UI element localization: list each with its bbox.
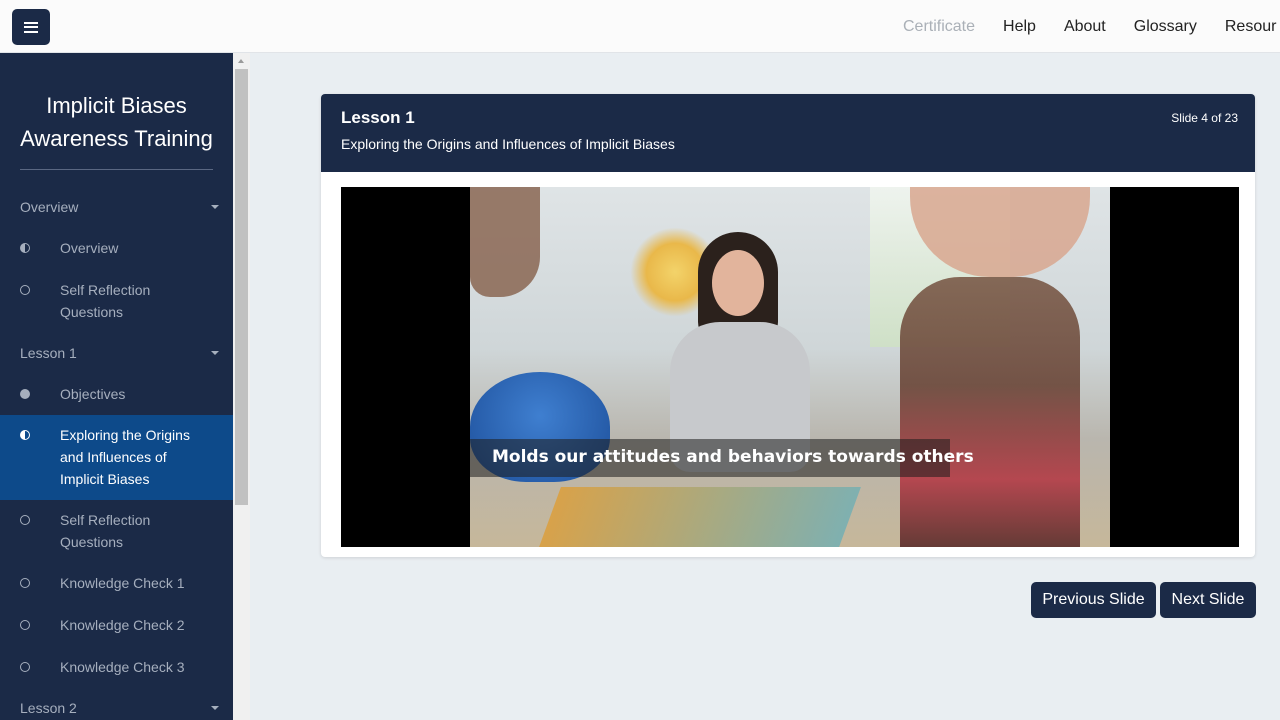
sidebar-item-label: Knowledge Check 3: [60, 659, 185, 675]
video-scene-child: [900, 277, 1080, 547]
section-overview[interactable]: Overview: [0, 192, 233, 222]
lesson-title: Lesson 1: [341, 108, 415, 127]
sidebar-item-knowledge-check-1[interactable]: Knowledge Check 1: [0, 572, 233, 594]
scroll-up-arrow-icon[interactable]: [238, 59, 244, 63]
course-sidebar: Implicit Biases Awareness Training Overv…: [0, 53, 233, 720]
caret-down-icon: [211, 706, 219, 710]
video-scene-teacher: [670, 232, 810, 532]
nav-certificate: Certificate: [903, 17, 976, 35]
nav-help[interactable]: Help: [1003, 18, 1036, 36]
sidebar-item-label: Knowledge Check 1: [60, 575, 185, 591]
nav-glossary[interactable]: Glossary: [1134, 18, 1197, 36]
sidebar-item-label: Exploring the Origins and Influences of …: [60, 427, 190, 487]
section-lesson-2[interactable]: Lesson 2: [0, 693, 233, 720]
top-nav: Certificate Help About Glossary Resour: [903, 0, 1276, 53]
sidebar-item-self-reflection-2[interactable]: Self Reflection Questions: [0, 509, 233, 553]
empty-progress-icon: [20, 578, 30, 588]
sidebar-item-label: Self Reflection Questions: [60, 512, 151, 550]
video-player[interactable]: Molds our attitudes and behaviors toward…: [341, 187, 1239, 547]
next-slide-button[interactable]: Next Slide: [1160, 582, 1256, 618]
half-progress-icon: [20, 430, 30, 440]
nav-resources[interactable]: Resour: [1225, 18, 1277, 36]
sidebar-divider: [20, 169, 213, 170]
half-progress-icon: [20, 243, 30, 253]
sidebar-item-overview[interactable]: Overview: [0, 237, 233, 259]
video-scene-child-head: [470, 187, 540, 297]
lesson-subtitle: Exploring the Origins and Influences of …: [341, 136, 675, 152]
empty-progress-icon: [20, 620, 30, 630]
sidebar-item-exploring-origins[interactable]: Exploring the Origins and Influences of …: [0, 415, 233, 500]
sidebar-item-label: Self Reflection Questions: [60, 282, 151, 320]
top-bar: Certificate Help About Glossary Resour: [0, 0, 1280, 53]
sidebar-item-knowledge-check-2[interactable]: Knowledge Check 2: [0, 614, 233, 636]
previous-slide-button[interactable]: Previous Slide: [1031, 582, 1156, 618]
menu-toggle-button[interactable]: [12, 9, 50, 45]
sidebar-item-label: Objectives: [60, 386, 126, 402]
nav-about[interactable]: About: [1064, 18, 1106, 36]
sidebar-item-label: Overview: [60, 240, 119, 256]
video-caption: Molds our attitudes and behaviors toward…: [492, 447, 974, 467]
sidebar-item-objectives[interactable]: Objectives: [0, 383, 233, 405]
section-label: Overview: [20, 199, 79, 215]
course-title: Implicit Biases Awareness Training: [0, 89, 233, 155]
scrollbar-thumb[interactable]: [235, 69, 248, 505]
caret-down-icon: [211, 351, 219, 355]
video-frame: Molds our attitudes and behaviors toward…: [470, 187, 1110, 547]
sidebar-item-self-reflection[interactable]: Self Reflection Questions: [0, 279, 233, 323]
hamburger-icon: [24, 21, 38, 33]
section-label: Lesson 1: [20, 345, 77, 361]
sidebar-scrollbar[interactable]: [233, 53, 250, 720]
caret-down-icon: [211, 205, 219, 209]
sidebar-item-label: Knowledge Check 2: [60, 617, 185, 633]
course-title-line2: Awareness Training: [20, 126, 213, 151]
lesson-card: Lesson 1 Exploring the Origins and Influ…: [321, 94, 1255, 557]
slide-counter: Slide 4 of 23: [1171, 111, 1238, 125]
empty-progress-icon: [20, 515, 30, 525]
course-title-line1: Implicit Biases: [46, 93, 187, 118]
sidebar-item-knowledge-check-3[interactable]: Knowledge Check 3: [0, 656, 233, 678]
empty-progress-icon: [20, 285, 30, 295]
section-lesson-1[interactable]: Lesson 1: [0, 338, 233, 368]
section-label: Lesson 2: [20, 700, 77, 716]
empty-progress-icon: [20, 662, 30, 672]
complete-progress-icon: [20, 389, 30, 399]
lesson-header: Lesson 1 Exploring the Origins and Influ…: [321, 94, 1255, 172]
